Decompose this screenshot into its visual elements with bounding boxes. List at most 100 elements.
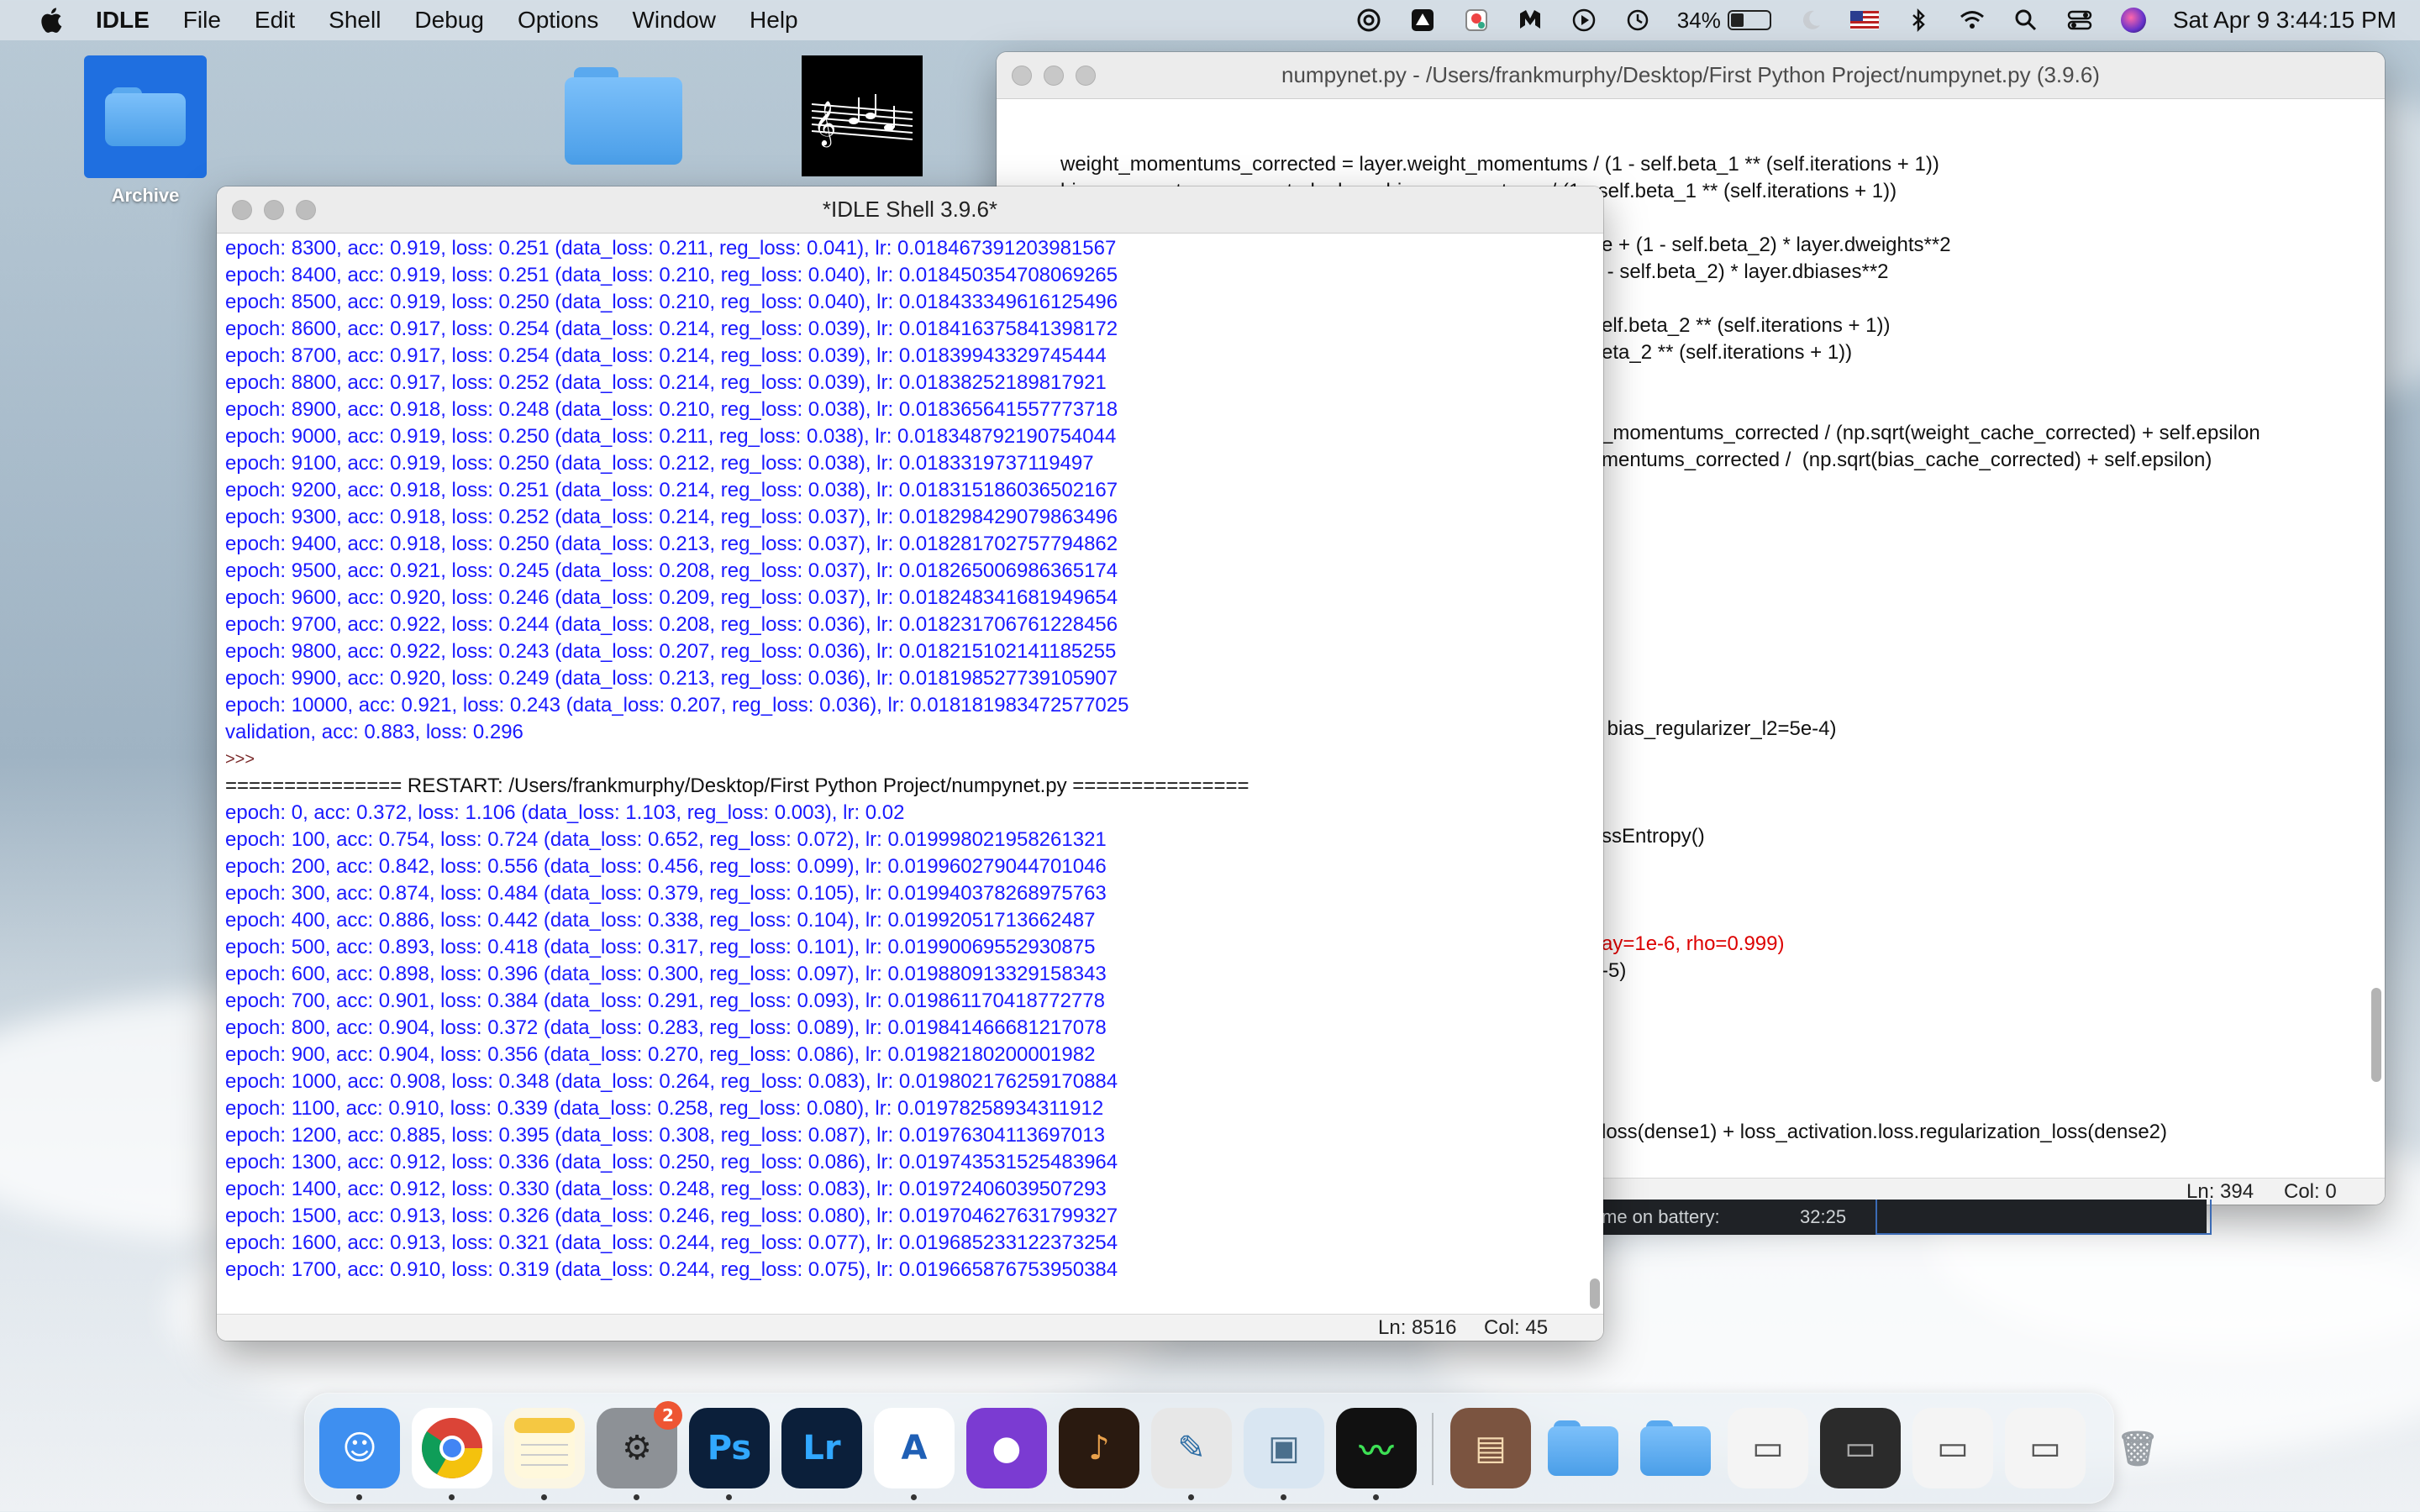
editor-titlebar[interactable]: numpynet.py - /Users/frankmurphy/Desktop… <box>997 52 2385 99</box>
editor-scrollbar-thumb[interactable] <box>2371 988 2381 1082</box>
menubar-clock[interactable]: Sat Apr 9 3:44:15 PM <box>2173 7 2396 34</box>
notes-icon[interactable] <box>504 1408 585 1500</box>
finder-icon[interactable]: ☺ <box>319 1408 400 1500</box>
code-line: elf.beta_2 ** (self.iterations + 1)) <box>1602 314 1891 337</box>
menu-help[interactable]: Help <box>750 7 798 34</box>
folder-icon[interactable] <box>1635 1408 1716 1488</box>
restart-banner: =============== RESTART: /Users/frankmur… <box>225 774 1249 797</box>
folder-icon <box>565 67 682 165</box>
menu-edit[interactable]: Edit <box>255 7 295 34</box>
shell-output-line: epoch: 8800, acc: 0.917, loss: 0.252 (da… <box>225 371 1107 394</box>
shell-titlebar[interactable]: *IDLE Shell 3.9.6* <box>217 186 1603 234</box>
shell-output-line: epoch: 1500, acc: 0.913, loss: 0.326 (da… <box>225 1205 1118 1227</box>
menu-window[interactable]: Window <box>632 7 716 34</box>
shell-output-line: epoch: 9700, acc: 0.922, loss: 0.244 (da… <box>225 613 1118 636</box>
menu-bar: IDLE File Edit Shell Debug Options Windo… <box>0 0 2420 40</box>
shell-output-line: epoch: 200, acc: 0.842, loss: 0.556 (dat… <box>225 855 1107 878</box>
night-shift-moon-icon[interactable] <box>1797 6 1825 34</box>
dock-glyph: ▣ <box>1268 1429 1300 1467</box>
folder-icon <box>105 87 186 146</box>
shell-output-area[interactable]: epoch: 8300, acc: 0.919, loss: 0.251 (da… <box>217 234 1603 1314</box>
code-line: - self.beta_2) * layer.dbiases**2 <box>1602 260 1889 283</box>
notification-badge: 2 <box>654 1401 682 1430</box>
battery-icon <box>1727 10 1771 30</box>
code-line: bias_regularizer_l2=5e-4) <box>1602 717 1837 740</box>
shell-prompt: >>> <box>225 750 255 769</box>
shell-output-line: epoch: 800, acc: 0.904, loss: 0.372 (dat… <box>225 1016 1107 1039</box>
malwarebytes-icon[interactable] <box>1516 6 1544 34</box>
menu-file[interactable]: File <box>183 7 221 34</box>
wifi-icon[interactable] <box>1958 6 1986 34</box>
window-controls <box>232 186 316 234</box>
trash-icon[interactable]: 🗑 <box>2097 1408 2178 1488</box>
shell-output-line: epoch: 8600, acc: 0.917, loss: 0.254 (da… <box>225 318 1118 340</box>
shell-scrollbar-thumb[interactable] <box>1590 1278 1600 1309</box>
desktop-archive-folder[interactable]: Archive <box>84 55 207 207</box>
input-source-flag-icon[interactable] <box>1849 6 1879 34</box>
menu-debug[interactable]: Debug <box>414 7 484 34</box>
menu-options[interactable]: Options <box>518 7 599 34</box>
github-desktop-icon[interactable]: ● <box>966 1408 1047 1488</box>
menu-shell[interactable]: Shell <box>329 7 381 34</box>
desktop-folder[interactable] <box>565 67 682 165</box>
shell-output-line: epoch: 9300, acc: 0.918, loss: 0.252 (da… <box>225 506 1118 528</box>
shell-window[interactable]: *IDLE Shell 3.9.6* epoch: 8300, acc: 0.9… <box>217 186 1603 1341</box>
apple-menu-icon[interactable] <box>34 3 67 37</box>
minimized-photoshop-window-icon[interactable]: ▭ <box>1820 1408 1901 1488</box>
app-name-menu[interactable]: IDLE <box>96 7 150 34</box>
dock-glyph: ▭ <box>1844 1429 1876 1467</box>
battery-time-label: me on battery: <box>1602 1206 1720 1227</box>
google-drive-icon[interactable] <box>1408 6 1437 34</box>
zoom-button[interactable] <box>296 200 316 220</box>
battery-time-value: 32:25 <box>1800 1206 1847 1227</box>
snipping-app-icon[interactable] <box>1462 6 1491 34</box>
close-button[interactable] <box>1012 66 1032 86</box>
time-machine-icon[interactable] <box>1623 6 1652 34</box>
bluetooth-icon[interactable] <box>1904 6 1933 34</box>
minimized-chrome-window-icon[interactable]: ▭ <box>1728 1408 1808 1488</box>
shell-output-line: epoch: 10000, acc: 0.921, loss: 0.243 (d… <box>225 694 1129 717</box>
dock-separator <box>1432 1413 1434 1485</box>
preview-icon[interactable]: ▣ <box>1244 1408 1324 1500</box>
control-center-icon[interactable] <box>2065 6 2094 34</box>
garageband-icon[interactable]: ♪ <box>1059 1408 1139 1488</box>
code-line: -5) <box>1602 959 1627 982</box>
python-idle-icon[interactable]: ✎ <box>1151 1408 1232 1500</box>
spotlight-search-icon[interactable] <box>2012 6 2040 34</box>
code-line: eta_2 ** (self.iterations + 1)) <box>1602 341 1853 364</box>
siri-icon[interactable] <box>2119 6 2148 34</box>
minimize-button[interactable] <box>264 200 284 220</box>
creative-cloud-icon[interactable] <box>1355 6 1383 34</box>
shell-output-line: epoch: 700, acc: 0.901, loss: 0.384 (dat… <box>225 990 1105 1012</box>
android-studio-icon[interactable]: A <box>874 1408 955 1500</box>
shell-output-line: epoch: 1000, acc: 0.908, loss: 0.348 (da… <box>225 1070 1118 1093</box>
archive-stack-icon[interactable]: ▤ <box>1450 1408 1531 1488</box>
desktop-music-sheet-image[interactable]: 𝄞 <box>802 55 923 176</box>
battery-status[interactable]: 34% <box>1677 8 1771 34</box>
minimized-chrome-window-icon[interactable]: ▭ <box>1912 1408 1993 1488</box>
photoshop-icon[interactable]: Ps <box>689 1408 770 1500</box>
shell-output-line: validation, acc: 0.883, loss: 0.296 <box>225 721 523 743</box>
desktop-icon-label: Archive <box>111 185 180 206</box>
folder-icon[interactable] <box>1543 1408 1623 1488</box>
shell-output-line: epoch: 600, acc: 0.898, loss: 0.396 (dat… <box>225 963 1107 985</box>
zoom-button[interactable] <box>1076 66 1096 86</box>
minimize-button[interactable] <box>1044 66 1064 86</box>
close-button[interactable] <box>232 200 252 220</box>
activity-monitor-icon[interactable]: 〰 <box>1336 1408 1417 1500</box>
system-preferences-icon[interactable]: ⚙ 2 <box>597 1401 682 1500</box>
play-icon[interactable] <box>1570 6 1598 34</box>
minimized-word-window-icon[interactable]: ▭ <box>2005 1408 2086 1488</box>
dock-glyph: Ps <box>707 1429 752 1467</box>
dock-glyph: ⚙ <box>622 1429 652 1467</box>
chrome-icon[interactable] <box>412 1408 492 1500</box>
lightroom-icon[interactable]: Lr <box>781 1408 862 1488</box>
